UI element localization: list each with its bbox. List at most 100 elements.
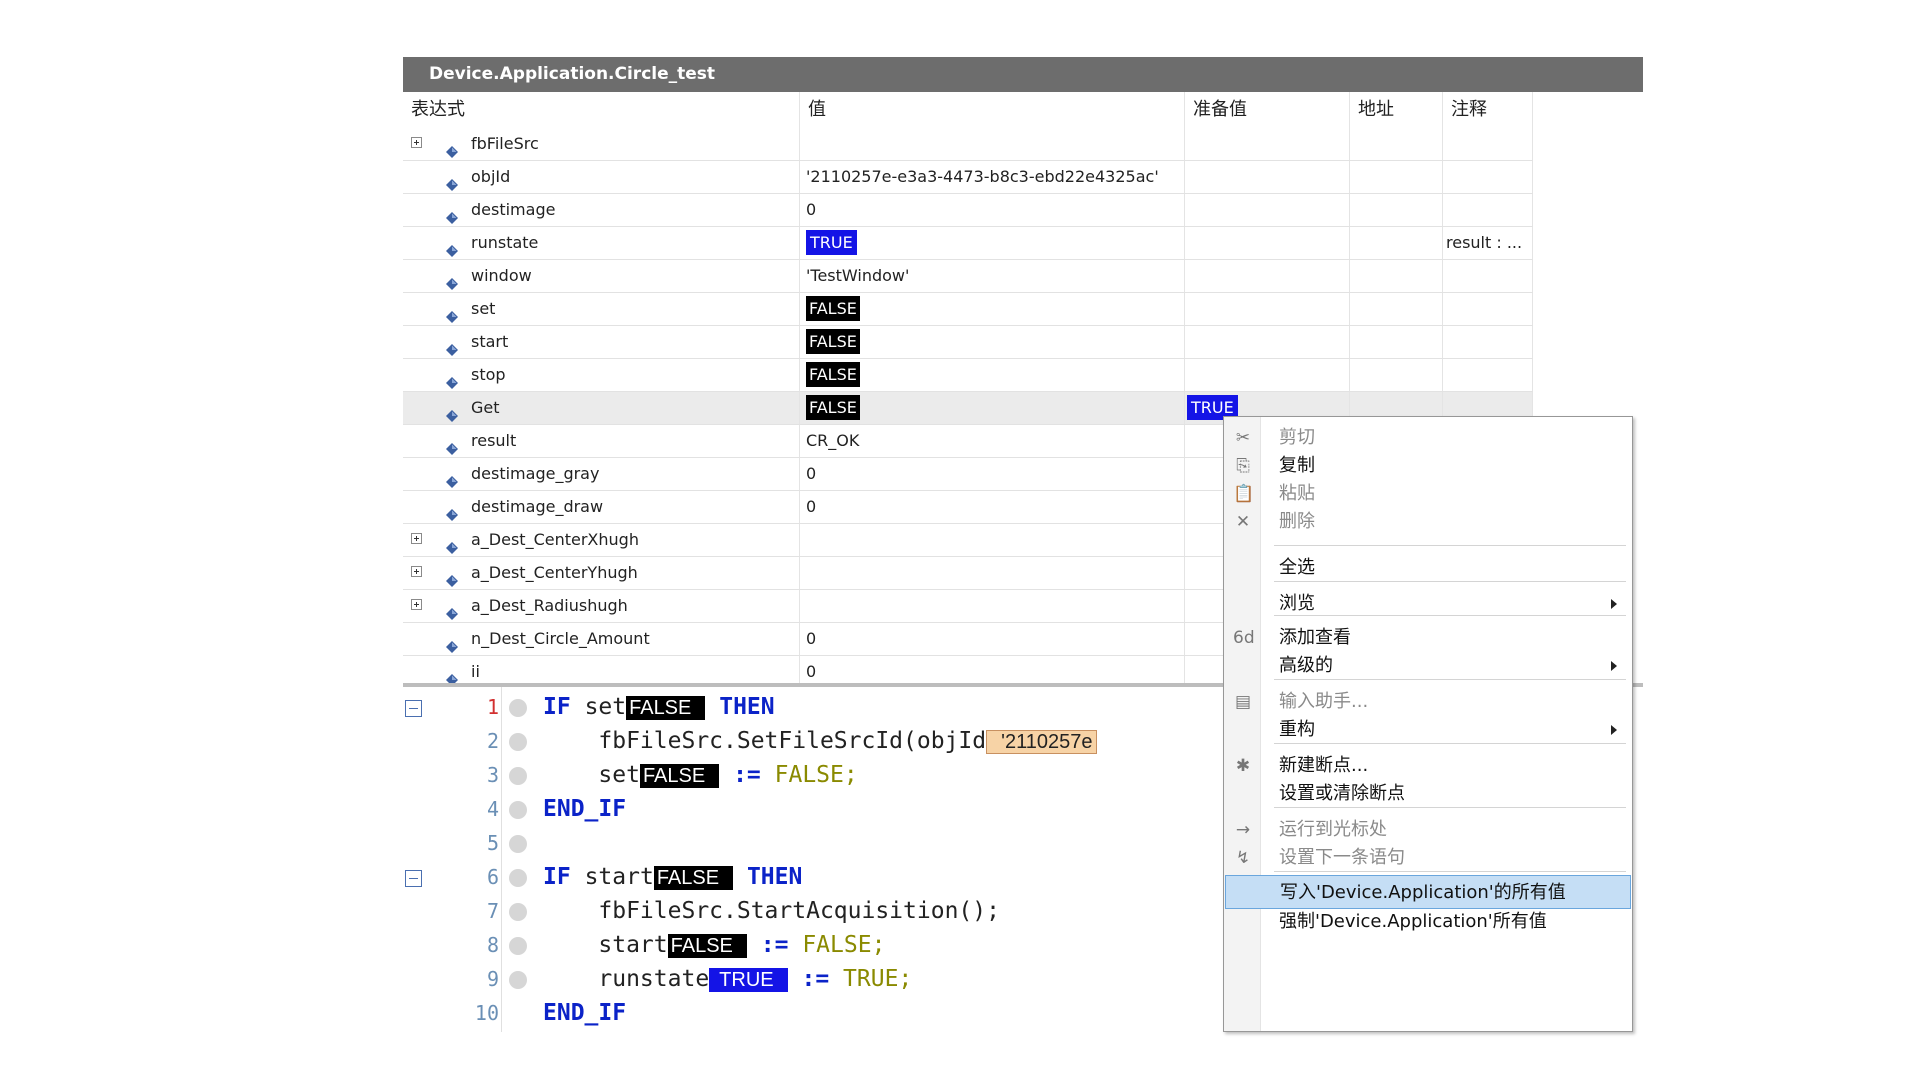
- monitor-value[interactable]: '2110257e: [986, 730, 1098, 754]
- expression-cell[interactable]: fbFileSrc: [403, 128, 800, 160]
- watch-row[interactable]: stop FALSE: [403, 359, 1533, 392]
- value-cell[interactable]: 0: [800, 194, 1185, 226]
- value-cell[interactable]: FALSE: [800, 359, 1185, 391]
- value-cell[interactable]: [800, 590, 1185, 622]
- watch-row[interactable]: window 'TestWindow': [403, 260, 1533, 293]
- column-header-comment[interactable]: 注释: [1443, 92, 1533, 128]
- value-cell[interactable]: FALSE: [800, 293, 1185, 325]
- prepared-value-cell[interactable]: [1185, 128, 1350, 160]
- watch-row[interactable]: start FALSE: [403, 326, 1533, 359]
- breakpoint-marker[interactable]: [509, 903, 527, 921]
- column-header-value[interactable]: 值: [800, 92, 1185, 128]
- expression-cell[interactable]: result: [403, 425, 800, 457]
- fold-collapse-icon[interactable]: [405, 870, 422, 887]
- breakpoint-marker[interactable]: [509, 801, 527, 819]
- expression-cell[interactable]: destimage_gray: [403, 458, 800, 490]
- breakpoint-marker[interactable]: [509, 937, 527, 955]
- menu-item[interactable]: ✕ 删除: [1225, 505, 1631, 539]
- variable-icon: [446, 599, 458, 620]
- watch-row[interactable]: fbFileSrc: [403, 128, 1533, 161]
- variable-icon: [446, 137, 458, 158]
- breakpoint-marker[interactable]: [509, 699, 527, 717]
- expand-icon[interactable]: [411, 137, 422, 148]
- expression-cell[interactable]: window: [403, 260, 800, 292]
- column-header-address[interactable]: 地址: [1350, 92, 1443, 128]
- watch-row[interactable]: runstate TRUE result : ...: [403, 227, 1533, 260]
- value-cell[interactable]: 0: [800, 458, 1185, 490]
- watch-row[interactable]: set FALSE: [403, 293, 1533, 326]
- breakpoint-marker[interactable]: [509, 971, 527, 989]
- expand-icon[interactable]: [411, 566, 422, 577]
- menu-item-label: 设置或清除断点: [1279, 783, 1405, 804]
- expand-icon[interactable]: [411, 533, 422, 544]
- breakpoint-marker[interactable]: [509, 835, 527, 853]
- menu-item[interactable]: ↯ 设置下一条语句: [1225, 841, 1631, 875]
- value-cell[interactable]: [800, 557, 1185, 589]
- expression-cell[interactable]: destimage_draw: [403, 491, 800, 523]
- expression-cell[interactable]: Get: [403, 392, 800, 424]
- variable-icon: [446, 335, 458, 356]
- value-cell[interactable]: 'TestWindow': [800, 260, 1185, 292]
- menu-item[interactable]: 设置或清除断点: [1225, 777, 1631, 811]
- value-cell[interactable]: FALSE: [800, 392, 1185, 424]
- expression-cell[interactable]: set: [403, 293, 800, 325]
- next-statement-icon: ↯: [1235, 848, 1251, 868]
- expression-cell[interactable]: a_Dest_CenterYhugh: [403, 557, 800, 589]
- expression-cell[interactable]: start: [403, 326, 800, 358]
- expression-cell[interactable]: objId: [403, 161, 800, 193]
- menu-item[interactable]: 强制'Device.Application'所有值: [1225, 905, 1631, 939]
- menu-item[interactable]: 全选: [1225, 551, 1631, 585]
- expression-cell[interactable]: a_Dest_CenterXhugh: [403, 524, 800, 556]
- prepared-value-cell[interactable]: [1185, 359, 1350, 391]
- expression-cell[interactable]: stop: [403, 359, 800, 391]
- monitor-value[interactable]: TRUE: [709, 968, 788, 992]
- expand-icon[interactable]: [411, 599, 422, 610]
- line-number: 10: [474, 1001, 499, 1025]
- column-header-expression[interactable]: 表达式: [403, 92, 800, 128]
- monitor-value[interactable]: FALSE: [639, 764, 720, 788]
- monitor-value[interactable]: FALSE: [653, 866, 734, 890]
- menu-separator: [1274, 615, 1626, 616]
- comment-cell: [1443, 359, 1533, 391]
- keyword-end-if: END_IF: [543, 796, 627, 822]
- prepared-value-cell[interactable]: [1185, 227, 1350, 259]
- prepared-value-cell[interactable]: [1185, 260, 1350, 292]
- prepared-value-cell[interactable]: [1185, 161, 1350, 193]
- value-text: FALSE: [806, 362, 860, 387]
- value-cell[interactable]: [800, 524, 1185, 556]
- monitor-value[interactable]: FALSE: [667, 934, 747, 958]
- variable-name: destimage: [471, 200, 556, 219]
- breakpoint-marker[interactable]: [509, 733, 527, 751]
- column-header-prepared-value[interactable]: 准备值: [1185, 92, 1350, 128]
- expression-cell[interactable]: runstate: [403, 227, 800, 259]
- value-cell[interactable]: TRUE: [800, 227, 1185, 259]
- menu-item[interactable]: 高级的: [1225, 649, 1631, 683]
- prepared-value-cell[interactable]: [1185, 293, 1350, 325]
- address-cell: [1350, 359, 1443, 391]
- variable-icon: [446, 203, 458, 224]
- value-cell[interactable]: FALSE: [800, 326, 1185, 358]
- value-cell[interactable]: 0: [800, 623, 1185, 655]
- watch-row[interactable]: destimage 0: [403, 194, 1533, 227]
- value-cell[interactable]: CR_OK: [800, 425, 1185, 457]
- comment-text: result : ...: [1446, 233, 1523, 252]
- menu-item[interactable]: 重构: [1225, 713, 1631, 747]
- expression-cell[interactable]: destimage: [403, 194, 800, 226]
- value-cell[interactable]: '2110257e-e3a3-4473-b8c3-ebd22e4325ac': [800, 161, 1185, 193]
- monitor-value[interactable]: FALSE: [626, 696, 706, 720]
- identifier: set: [584, 694, 627, 720]
- menu-item[interactable]: 写入'Device.Application'的所有值: [1225, 875, 1631, 909]
- watch-row[interactable]: objId '2110257e-e3a3-4473-b8c3-ebd22e4325…: [403, 161, 1533, 194]
- prepared-value-cell[interactable]: [1185, 194, 1350, 226]
- code-text: IF set FALSE THEN: [543, 690, 775, 725]
- breakpoint-marker[interactable]: [509, 767, 527, 785]
- prepared-value-cell[interactable]: [1185, 326, 1350, 358]
- breakpoint-marker[interactable]: [509, 869, 527, 887]
- expression-cell[interactable]: n_Dest_Circle_Amount: [403, 623, 800, 655]
- expression-cell[interactable]: a_Dest_Radiushugh: [403, 590, 800, 622]
- value-cell[interactable]: [800, 128, 1185, 160]
- fold-collapse-icon[interactable]: [405, 700, 422, 717]
- value-cell[interactable]: 0: [800, 491, 1185, 523]
- value-text: 0: [806, 662, 817, 681]
- variable-icon: [446, 302, 458, 323]
